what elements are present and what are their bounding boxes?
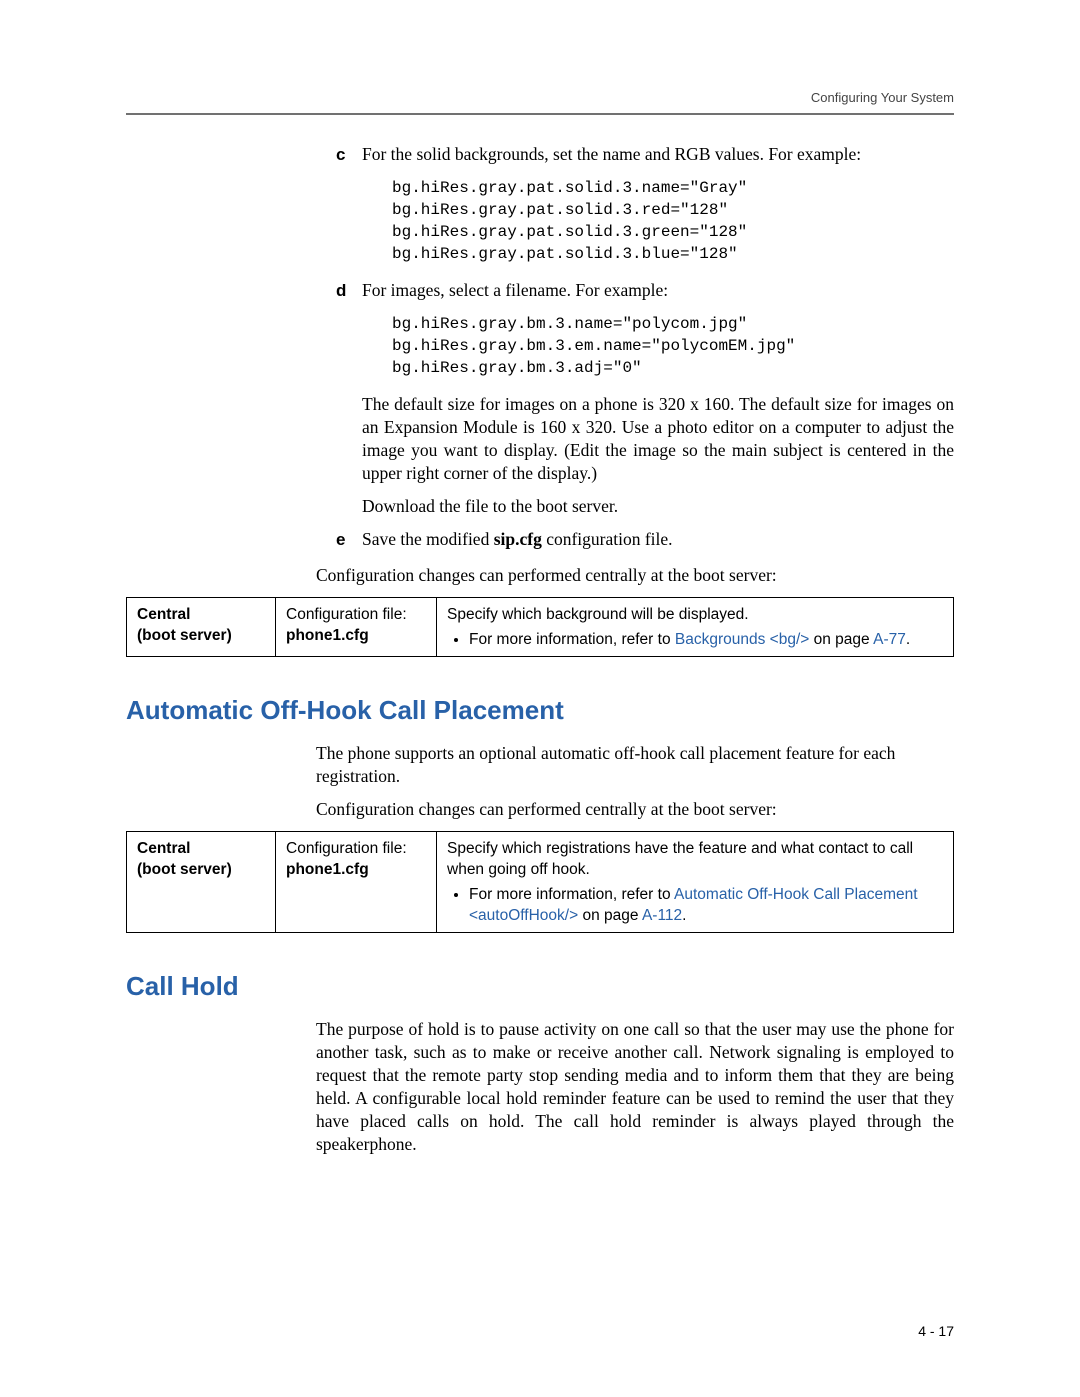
- paragraph: Configuration changes can performed cent…: [316, 564, 954, 587]
- step-text: For images, select a filename. For examp…: [362, 279, 954, 303]
- text: Specify which background will be display…: [447, 606, 749, 623]
- bold-text: sip.cfg: [494, 529, 542, 549]
- step-text: Save the modified sip.cfg configuration …: [362, 528, 954, 552]
- running-header: Configuring Your System: [126, 90, 954, 105]
- config-table-2: Central (boot server) Configuration file…: [126, 831, 954, 933]
- code-block-d: bg.hiRes.gray.bm.3.name="polycom.jpg" bg…: [392, 313, 954, 379]
- text: Save the modified: [362, 529, 494, 549]
- link-text[interactable]: Backgrounds <bg/>: [675, 631, 809, 648]
- paragraph: The phone supports an optional automatic…: [316, 742, 954, 788]
- code-block-c: bg.hiRes.gray.pat.solid.3.name="Gray" bg…: [392, 177, 954, 265]
- header-rule: [126, 113, 954, 115]
- text: .: [906, 631, 910, 648]
- body-block: The phone supports an optional automatic…: [316, 742, 954, 821]
- paragraph: The default size for images on a phone i…: [362, 393, 954, 485]
- bullet-list: For more information, refer to Automatic…: [447, 884, 943, 926]
- step-text: For the solid backgrounds, set the name …: [362, 143, 954, 167]
- text: phone1.cfg: [286, 627, 369, 644]
- table-cell-label: Central (boot server): [127, 598, 276, 657]
- list-item: For more information, refer to Automatic…: [469, 884, 943, 926]
- text: Specify which registrations have the fea…: [447, 840, 913, 878]
- table-cell-label: Central (boot server): [127, 832, 276, 933]
- text: Configuration file:: [286, 840, 407, 857]
- section-heading-auto-offhook: Automatic Off-Hook Call Placement: [126, 695, 954, 726]
- paragraph: Configuration changes can performed cent…: [316, 798, 954, 821]
- text: Central: [137, 840, 190, 857]
- link-page[interactable]: A-112: [642, 907, 682, 924]
- body-block: Configuration changes can performed cent…: [316, 564, 954, 587]
- link-page[interactable]: A-77: [873, 631, 906, 648]
- page: Configuring Your System c For the solid …: [0, 0, 1080, 1397]
- list-item: For more information, refer to Backgroun…: [469, 629, 943, 650]
- table-cell-desc: Specify which registrations have the fea…: [437, 832, 954, 933]
- text: For more information, refer to: [469, 886, 674, 903]
- text: .: [682, 907, 686, 924]
- step-letter: d: [336, 279, 362, 303]
- text: (boot server): [137, 627, 232, 644]
- step-letter: e: [336, 528, 362, 552]
- text: For more information, refer to: [469, 631, 675, 648]
- paragraph: The purpose of hold is to pause activity…: [316, 1018, 954, 1156]
- paragraph: Download the file to the boot server.: [362, 495, 954, 518]
- bullet-list: For more information, refer to Backgroun…: [447, 629, 943, 650]
- step-letter: c: [336, 143, 362, 167]
- step-e: e Save the modified sip.cfg configuratio…: [336, 528, 954, 552]
- section-heading-call-hold: Call Hold: [126, 971, 954, 1002]
- text: (boot server): [137, 861, 232, 878]
- page-number: 4 - 17: [918, 1323, 954, 1339]
- text: phone1.cfg: [286, 861, 369, 878]
- table-cell-config: Configuration file: phone1.cfg: [276, 598, 437, 657]
- text: configuration file.: [542, 529, 673, 549]
- text: Central: [137, 606, 190, 623]
- table-cell-config: Configuration file: phone1.cfg: [276, 832, 437, 933]
- table-cell-desc: Specify which background will be display…: [437, 598, 954, 657]
- text: Configuration file:: [286, 606, 407, 623]
- text: on page: [809, 631, 873, 648]
- table-row: Central (boot server) Configuration file…: [127, 832, 954, 933]
- step-c: c For the solid backgrounds, set the nam…: [336, 143, 954, 167]
- body-block: The purpose of hold is to pause activity…: [316, 1018, 954, 1156]
- table-row: Central (boot server) Configuration file…: [127, 598, 954, 657]
- step-d: d For images, select a filename. For exa…: [336, 279, 954, 303]
- text: on page: [578, 907, 642, 924]
- config-table-1: Central (boot server) Configuration file…: [126, 597, 954, 657]
- steps-block: c For the solid backgrounds, set the nam…: [336, 143, 954, 552]
